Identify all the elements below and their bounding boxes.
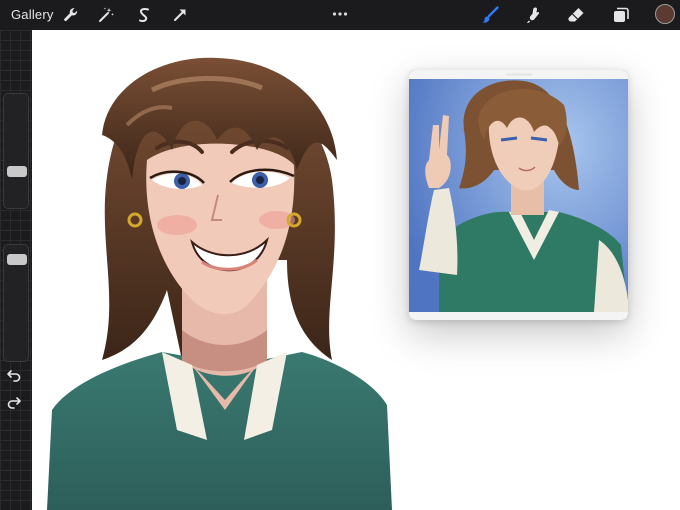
magic-wand-icon[interactable] — [96, 5, 116, 25]
top-toolbar: Gallery — [0, 0, 680, 30]
color-picker-button[interactable] — [655, 4, 675, 24]
undo-icon[interactable] — [6, 367, 22, 383]
ellipsis-icon[interactable] — [332, 4, 348, 22]
reference-window-footer — [409, 312, 628, 320]
opacity-slider[interactable] — [3, 244, 29, 362]
smudge-icon[interactable] — [524, 5, 544, 25]
opacity-slider-thumb[interactable] — [7, 254, 27, 265]
brush-size-slider-thumb[interactable] — [7, 166, 27, 177]
redo-icon[interactable] — [6, 394, 22, 410]
gallery-button[interactable]: Gallery — [11, 7, 54, 22]
transform-arrow-icon[interactable] — [170, 5, 190, 25]
reference-window[interactable] — [409, 70, 628, 320]
reference-drag-handle[interactable] — [506, 73, 532, 76]
layers-icon[interactable] — [611, 5, 631, 25]
eraser-icon[interactable] — [566, 5, 586, 25]
brush-size-slider[interactable] — [3, 93, 29, 209]
left-sidebar — [0, 30, 32, 510]
brush-icon[interactable] — [480, 5, 500, 25]
selection-icon[interactable] — [134, 5, 154, 25]
reference-image — [409, 70, 628, 320]
wrench-icon[interactable] — [61, 5, 81, 25]
